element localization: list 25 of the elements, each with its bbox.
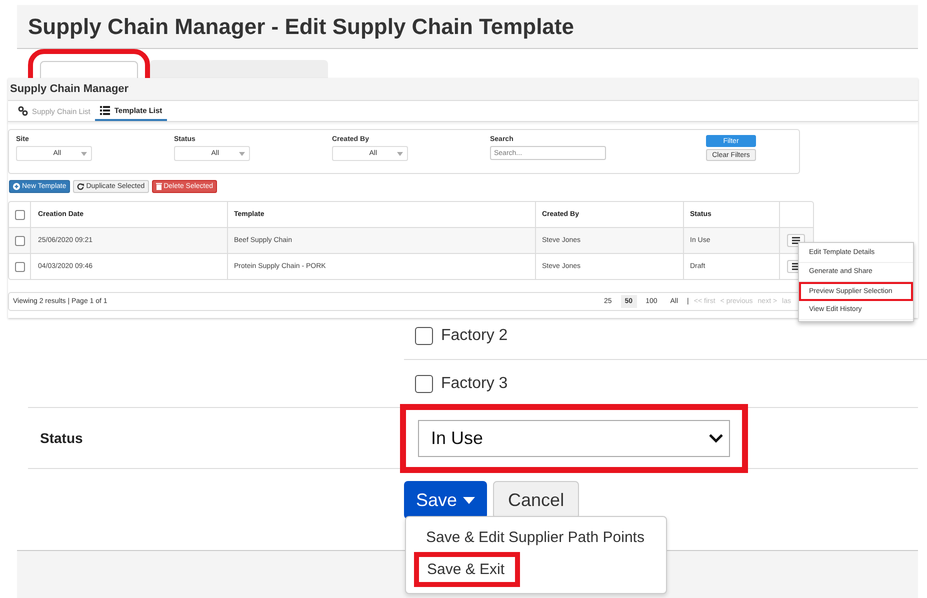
chevron-icon: [709, 434, 723, 442]
cancel-button[interactable]: Cancel: [493, 481, 580, 519]
trash-icon: [156, 183, 162, 190]
checkbox[interactable]: [15, 236, 25, 246]
status-label: Status: [39, 430, 84, 446]
save-button[interactable]: Save: [404, 481, 488, 519]
status-select[interactable]: In Use: [418, 420, 730, 456]
checkbox[interactable]: [15, 210, 25, 220]
list-icon: [100, 106, 110, 114]
caret-icon: [397, 152, 403, 156]
factory-label: Factory 3: [441, 374, 508, 392]
caret-icon: [81, 152, 87, 156]
menu-item[interactable]: Save & Edit Supplier Path Points: [406, 523, 664, 552]
checkbox[interactable]: [15, 262, 25, 272]
factory-label: Factory 2: [441, 326, 508, 344]
inset-title: Supply Chain Manager: [8, 78, 918, 101]
link-icon: [18, 106, 28, 116]
menu-item[interactable]: Save & Exit: [414, 552, 520, 587]
checkbox[interactable]: [415, 326, 433, 344]
plus-icon: [13, 183, 20, 190]
refresh-icon: [77, 183, 84, 190]
page-title: Supply Chain Manager - Edit Supply Chain Template: [17, 5, 918, 49]
checkbox[interactable]: [415, 374, 433, 392]
caret-icon: [463, 496, 476, 504]
caret-icon: [239, 152, 245, 156]
